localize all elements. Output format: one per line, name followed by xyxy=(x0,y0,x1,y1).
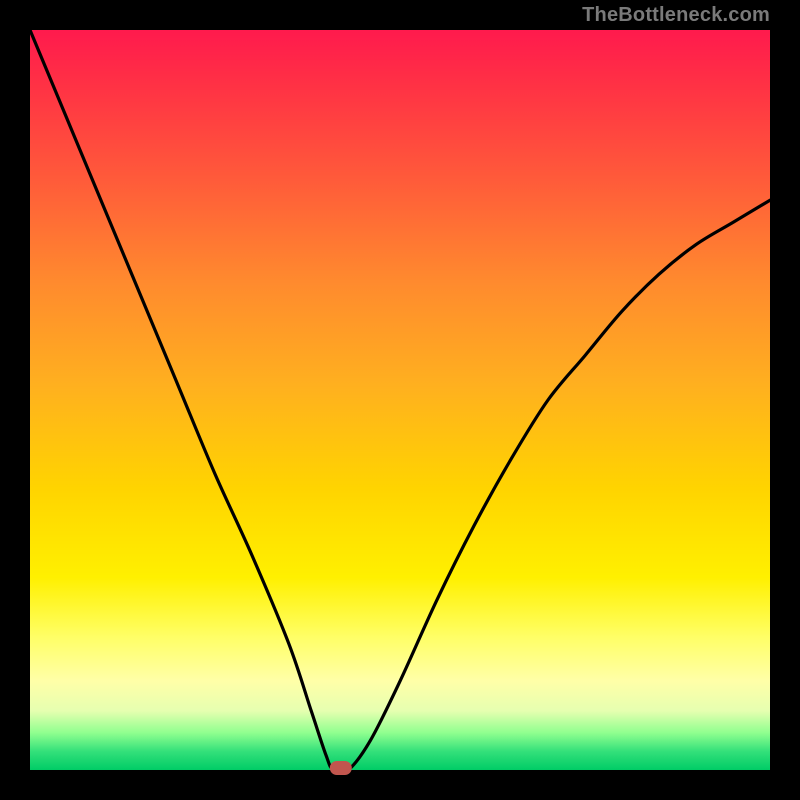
bottleneck-curve-path xyxy=(30,30,770,773)
curve-svg xyxy=(30,30,770,770)
plot-area xyxy=(30,30,770,770)
optimal-marker xyxy=(330,761,352,775)
watermark-text: TheBottleneck.com xyxy=(582,4,770,27)
chart-frame: TheBottleneck.com xyxy=(0,0,800,800)
